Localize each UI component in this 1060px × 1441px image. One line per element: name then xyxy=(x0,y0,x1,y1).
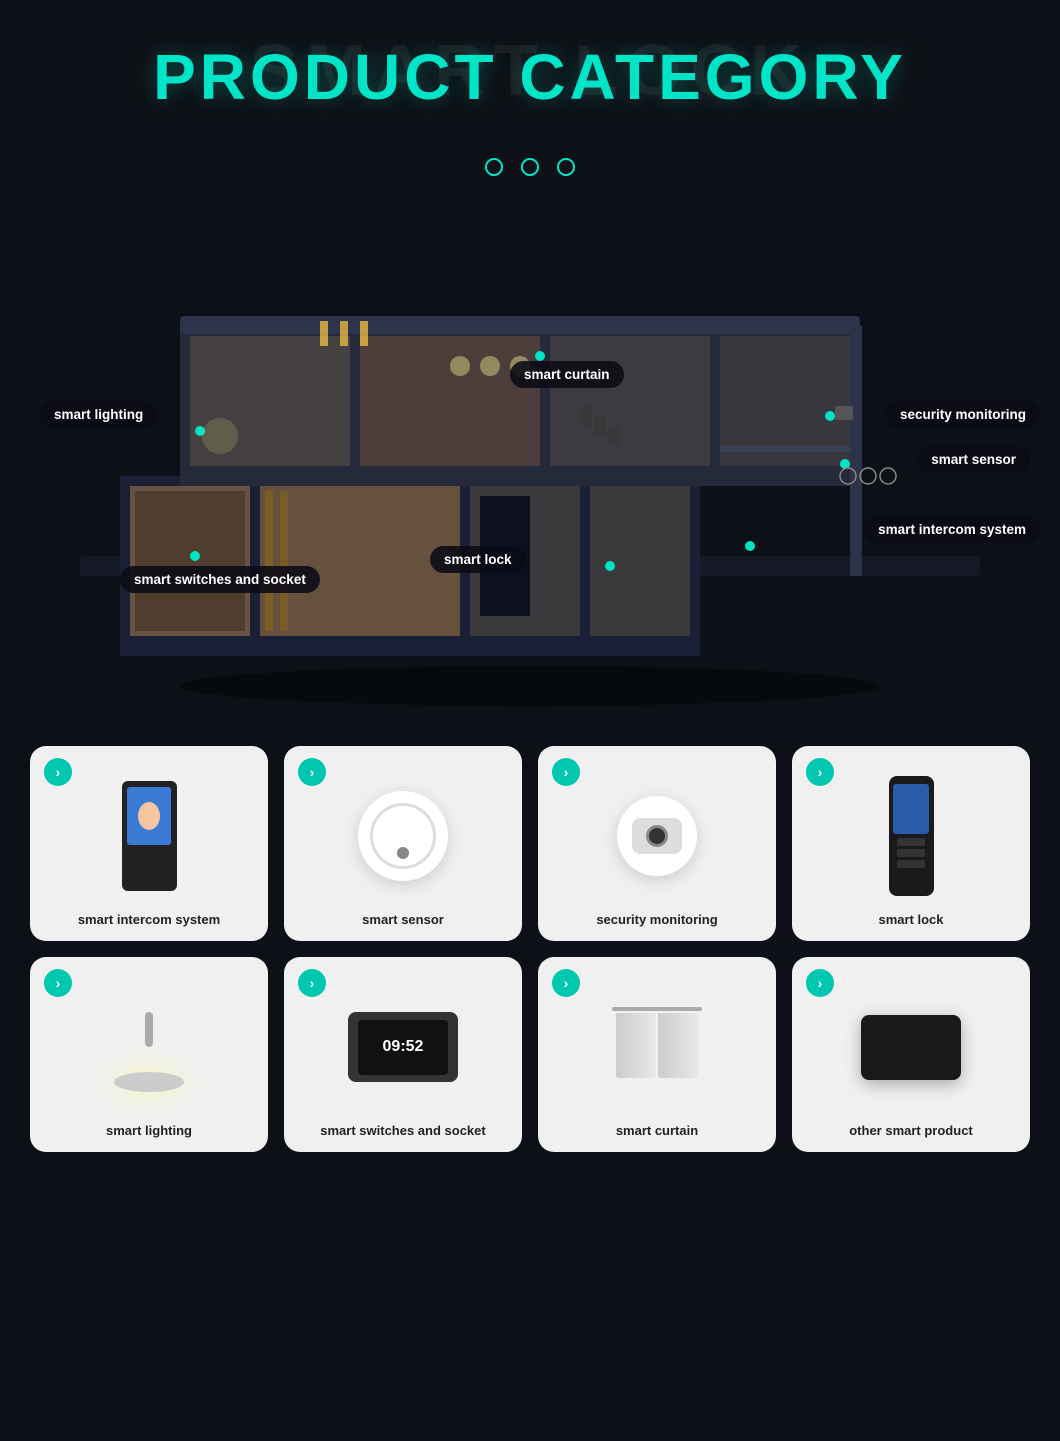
house-label-intercom: smart intercom system xyxy=(864,516,1040,543)
product-card-switches[interactable]: › 09:52 smart switches and socket xyxy=(284,957,522,1152)
lock-buttons xyxy=(897,838,925,868)
products-row-1: › smart intercom system › smart sensor › xyxy=(30,746,1030,941)
product-card-sensor[interactable]: › smart sensor xyxy=(284,746,522,941)
card-arrow-camera[interactable]: › xyxy=(552,758,580,786)
card-arrow-intercom[interactable]: › xyxy=(44,758,72,786)
card-arrow-curtain[interactable]: › xyxy=(552,969,580,997)
house-label-lock: smart lock xyxy=(430,546,526,573)
other-label: other smart product xyxy=(849,1123,973,1138)
dot-2[interactable] xyxy=(521,158,539,176)
curtain-rail xyxy=(612,1007,702,1011)
switch-screen: 09:52 xyxy=(358,1020,448,1075)
lock-screen xyxy=(893,784,929,834)
lock-label: smart lock xyxy=(878,912,943,927)
product-card-intercom[interactable]: › smart intercom system xyxy=(30,746,268,941)
lock-btn-2 xyxy=(897,849,925,857)
camera-body xyxy=(632,818,682,854)
card-arrow-lock[interactable]: › xyxy=(806,758,834,786)
switches-image: 09:52 xyxy=(296,983,510,1111)
product-card-camera[interactable]: › security monitoring xyxy=(538,746,776,941)
intercom-face xyxy=(138,802,160,830)
other-shape xyxy=(861,1015,961,1080)
card-arrow-sensor[interactable]: › xyxy=(298,758,326,786)
curtain-panel-left xyxy=(616,1013,656,1078)
house-label-curtain: smart curtain xyxy=(510,361,624,388)
camera-shape xyxy=(617,796,697,876)
light-arm xyxy=(145,1012,153,1047)
house-label-switches: smart switches and socket xyxy=(120,566,320,593)
lock-shape xyxy=(889,776,934,896)
card-arrow-switches[interactable]: › xyxy=(298,969,326,997)
card-arrow-lighting[interactable]: › xyxy=(44,969,72,997)
intercom-image xyxy=(42,772,256,900)
intercom-shape xyxy=(122,781,177,891)
house-section: smart curtain smart lighting security mo… xyxy=(0,206,1060,706)
camera-image xyxy=(550,772,764,900)
product-card-lighting[interactable]: › smart lighting xyxy=(30,957,268,1152)
curtain-image xyxy=(550,983,764,1111)
intercom-screen xyxy=(127,787,171,845)
curtain-panel-right xyxy=(658,1013,698,1078)
curtain-fabric xyxy=(616,1013,698,1078)
other-image xyxy=(804,983,1018,1111)
dot-1[interactable] xyxy=(485,158,503,176)
camera-lens xyxy=(646,825,668,847)
sensor-image xyxy=(296,772,510,900)
house-label-lighting: smart lighting xyxy=(40,401,157,428)
card-arrow-other[interactable]: › xyxy=(806,969,834,997)
sensor-shape xyxy=(358,791,448,881)
product-card-lock[interactable]: › smart lock xyxy=(792,746,1030,941)
product-card-curtain[interactable]: › smart curtain xyxy=(538,957,776,1152)
house-svg xyxy=(0,206,1060,706)
house-label-sensor: smart sensor xyxy=(917,446,1030,473)
light-fixture xyxy=(114,1072,184,1092)
curtain-shape xyxy=(612,1007,702,1087)
header-section: SMART LOCK PRODUCT CATEGORY xyxy=(0,0,1060,134)
products-row-2: › smart lighting › 09:52 smart switches … xyxy=(30,957,1030,1152)
switches-label: smart switches and socket xyxy=(320,1123,485,1138)
house-label-security: security monitoring xyxy=(886,401,1040,428)
curtain-label: smart curtain xyxy=(616,1123,698,1138)
page-title: PRODUCT CATEGORY xyxy=(20,40,1040,114)
lighting-shape xyxy=(104,1002,194,1092)
lock-btn-1 xyxy=(897,838,925,846)
dot-3[interactable] xyxy=(557,158,575,176)
products-section: › smart intercom system › smart sensor › xyxy=(0,706,1060,1208)
lock-image xyxy=(804,772,1018,900)
house-scene: smart curtain smart lighting security mo… xyxy=(0,206,1060,706)
camera-label: security monitoring xyxy=(596,912,717,927)
switch-time: 09:52 xyxy=(383,1038,424,1056)
dots-indicator xyxy=(0,158,1060,176)
lock-btn-3 xyxy=(897,860,925,868)
sensor-label: smart sensor xyxy=(362,912,444,927)
lighting-image xyxy=(42,983,256,1111)
product-card-other[interactable]: › other smart product xyxy=(792,957,1030,1152)
intercom-label: smart intercom system xyxy=(78,912,220,927)
switch-shape: 09:52 xyxy=(348,1012,458,1082)
lighting-label: smart lighting xyxy=(106,1123,192,1138)
